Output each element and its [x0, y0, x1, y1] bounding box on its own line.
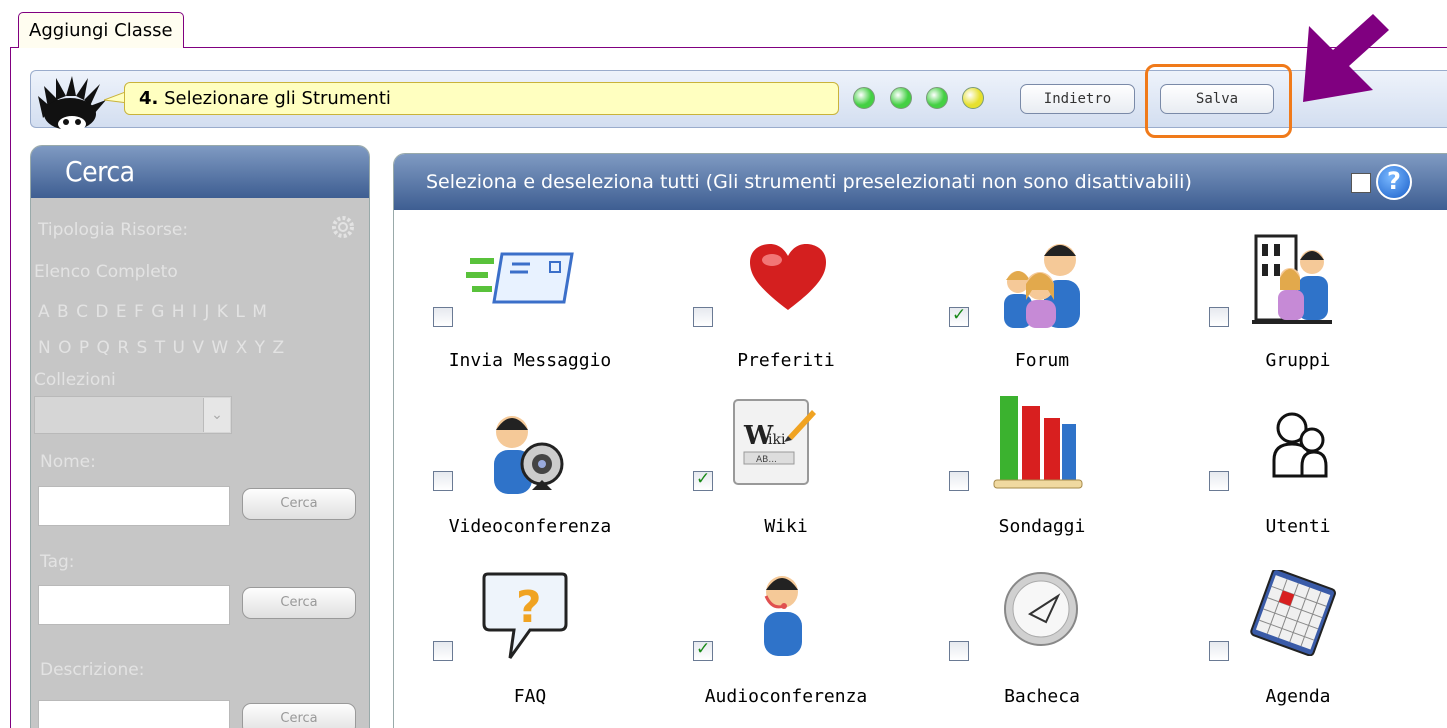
tool-checkbox-videoconferenza[interactable]: ✓	[433, 471, 453, 491]
save-highlight-box	[1145, 64, 1292, 138]
progress-dot-3	[926, 87, 948, 109]
select-all-label: Seleziona e deseleziona tutti (Gli strum…	[394, 154, 1447, 210]
progress-dot-2	[890, 87, 912, 109]
bar-chart-icon	[993, 396, 1083, 489]
tool-checkbox-wiki[interactable]: ✓	[693, 469, 713, 491]
tool-checkbox-faq[interactable]: ✓	[433, 641, 453, 661]
full-list-link[interactable]: Elenco Completo	[34, 262, 178, 282]
forum-people-icon	[1004, 244, 1080, 328]
tool-sondaggi: ✓ Sondaggi	[912, 396, 1172, 562]
send-message-icon	[466, 252, 574, 304]
step-title: 4. Selezionare gli Strumenti	[124, 82, 839, 115]
gear-icon[interactable]	[330, 214, 356, 240]
calendar-icon	[1250, 570, 1336, 656]
tool-audioconferenza: ✓ Audioconferenza	[656, 568, 916, 728]
step-number: 4.	[139, 88, 159, 109]
tool-utenti: ✓ Utenti	[1168, 402, 1428, 562]
tool-checkbox-bacheca[interactable]: ✓	[949, 641, 969, 661]
tool-videoconferenza: ✓ Videoconferenza	[400, 402, 660, 562]
description-input[interactable]	[38, 700, 230, 728]
step-label: Selezionare gli Strumenti	[158, 88, 391, 109]
tool-label-forum: Forum	[1014, 350, 1070, 371]
tool-label-invia-messaggio: Invia Messaggio	[448, 350, 612, 371]
tool-label-agenda: Agenda	[1265, 686, 1331, 707]
compass-clock-icon	[1004, 572, 1078, 646]
chevron-down-icon[interactable]: ⌄	[203, 398, 230, 432]
resource-type-label: Tipologia Risorse:	[38, 220, 189, 240]
tool-agenda: ✓ Agenda	[1168, 568, 1428, 728]
tool-faq: ? ✓ FAQ	[400, 568, 660, 728]
users-outline-icon	[1272, 412, 1328, 478]
help-icon[interactable]: ?	[1376, 164, 1412, 200]
tool-forum: ✓ Forum	[912, 238, 1172, 398]
groups-building-icon	[1252, 234, 1332, 324]
tool-checkbox-sondaggi[interactable]: ✓	[949, 471, 969, 491]
name-label: Nome:	[40, 452, 96, 472]
tag-search-button[interactable]: Cerca	[242, 587, 356, 619]
tool-label-audioconferenza: Audioconferenza	[704, 686, 868, 707]
name-search-button[interactable]: Cerca	[242, 488, 356, 520]
tool-label-faq: FAQ	[513, 686, 547, 707]
tool-label-gruppi: Gruppi	[1265, 350, 1331, 371]
webcam-user-icon	[494, 416, 564, 494]
tool-checkbox-invia-messaggio[interactable]: ✓	[433, 307, 453, 327]
tool-label-preferiti: Preferiti	[737, 350, 835, 371]
tab-add-class[interactable]: Aggiungi Classe	[18, 12, 184, 48]
tool-checkbox-preferiti[interactable]: ✓	[693, 307, 713, 327]
progress-dot-1	[853, 87, 875, 109]
tool-label-sondaggi: Sondaggi	[998, 516, 1086, 537]
tool-label-bacheca: Bacheca	[1004, 686, 1080, 707]
headset-user-icon	[764, 576, 802, 656]
svg-text:AB...: AB...	[756, 455, 777, 465]
alphabet-row-1[interactable]: A B C D E F G H I J K L M	[38, 302, 268, 322]
tag-input[interactable]	[38, 585, 230, 625]
question-bubble-icon: ?	[482, 572, 568, 659]
tool-checkbox-agenda[interactable]: ✓	[1209, 641, 1229, 661]
tool-bacheca: ✓ Bacheca	[912, 568, 1172, 728]
select-all-checkbox[interactable]	[1351, 173, 1371, 193]
collections-label: Collezioni	[34, 370, 116, 390]
tool-label-videoconferenza: Videoconferenza	[448, 516, 612, 537]
description-label: Descrizione:	[40, 660, 145, 680]
tool-checkbox-gruppi[interactable]: ✓	[1209, 307, 1229, 327]
tool-label-wiki: Wiki	[764, 516, 808, 537]
description-search-button[interactable]: Cerca	[242, 703, 356, 728]
tool-invia-messaggio: ✓ Invia Messaggio	[400, 238, 660, 398]
svg-text:iki: iki	[768, 432, 786, 448]
tool-wiki: W iki AB... ✓ Wiki	[656, 399, 916, 562]
heart-icon	[750, 244, 826, 310]
tool-checkbox-audioconferenza[interactable]: ✓	[693, 639, 713, 661]
progress-dot-4	[962, 87, 984, 109]
tag-label: Tag:	[40, 552, 75, 572]
add-class-page: Aggiungi Classe 4. Selezionare gli Strum…	[0, 0, 1447, 728]
tool-checkbox-forum[interactable]: ✓	[949, 305, 969, 327]
tool-checkbox-utenti[interactable]: ✓	[1209, 471, 1229, 491]
tool-preferiti: ✓ Preferiti	[656, 238, 916, 398]
svg-text:?: ?	[516, 582, 542, 633]
name-input[interactable]	[38, 486, 230, 526]
tool-gruppi: ✓ Gruppi	[1168, 234, 1428, 398]
wiki-pencil-icon: W iki AB...	[733, 399, 816, 485]
hedgehog-mascot-icon	[38, 76, 106, 132]
search-panel-title: Cerca	[31, 146, 369, 198]
purple-arrow-icon	[1303, 14, 1389, 102]
tool-label-utenti: Utenti	[1265, 516, 1331, 537]
alphabet-row-2[interactable]: N O P Q R S T U V W X Y Z	[38, 338, 285, 358]
back-button[interactable]: Indietro	[1020, 84, 1135, 114]
